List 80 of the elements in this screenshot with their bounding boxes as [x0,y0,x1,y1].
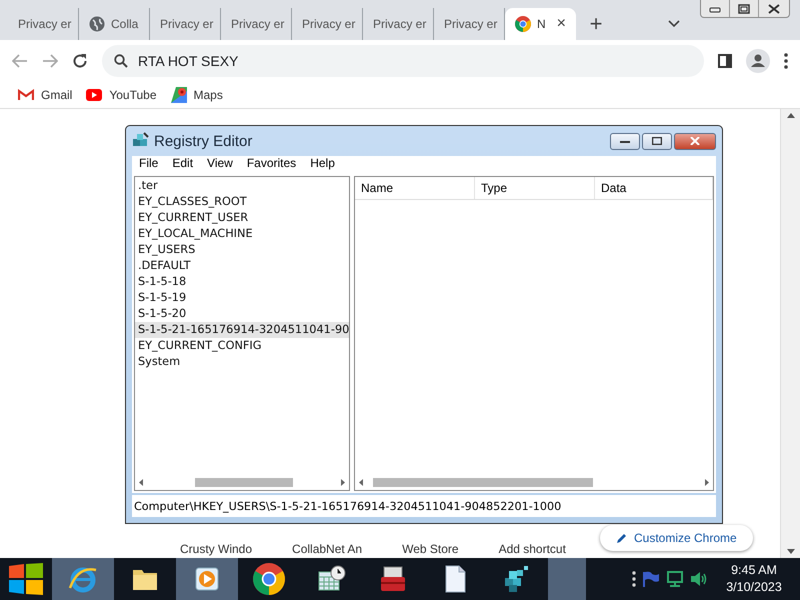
scroll-down-icon[interactable] [786,549,794,554]
speaker-icon[interactable] [690,571,708,587]
column-header[interactable]: Type [475,177,595,199]
maximize-icon [652,137,662,145]
search-icon [114,54,128,68]
scroll-left-icon[interactable] [359,478,363,486]
mail-icon [18,89,34,101]
tree-item[interactable]: EY_LOCAL_MACHINE [135,226,253,242]
tree-item[interactable]: S-1-5-18 [135,274,186,290]
shortcut-label[interactable]: Add shortcut [498,542,566,556]
menu-item[interactable]: Help [303,156,342,174]
menu-item[interactable]: Favorites [240,156,304,174]
pencil-icon [616,532,628,544]
maximize-icon[interactable] [738,4,750,14]
minimize-icon [620,138,630,144]
toolbox-icon[interactable] [378,564,408,594]
tree-item[interactable]: S-1-5-21-165176914-3204511041-90 [135,322,349,338]
tab[interactable]: Colla [79,8,150,40]
menu-item[interactable]: File [132,156,166,174]
maximize-button[interactable] [642,132,672,150]
more-icon[interactable] [632,571,636,587]
close-tab-button[interactable]: × [556,15,566,33]
tree-item[interactable]: .DEFAULT [135,258,191,274]
bookmark[interactable]: Gmail [18,88,72,102]
reload-icon[interactable] [72,53,88,69]
scrollbar[interactable] [780,109,800,558]
menu-item[interactable]: View [200,156,240,174]
tab[interactable]: Privacy er [221,8,292,40]
map-pin-icon [170,87,186,103]
shortcut-label[interactable]: Crusty Windo [180,542,252,556]
scroll-right-icon[interactable] [705,478,709,486]
shortcut-label[interactable]: CollabNet An [292,542,362,556]
minimize-icon[interactable] [709,4,721,12]
tab[interactable]: Privacy er [292,8,363,40]
chrome-icon [253,563,285,595]
close-icon [690,137,700,145]
scroll-right-icon[interactable] [341,478,345,486]
close-button[interactable] [674,132,716,150]
minimize-button[interactable] [610,132,640,150]
tree-item[interactable]: EY_CLASSES_ROOT [135,194,247,210]
close-icon[interactable] [768,4,780,14]
column-header[interactable]: Data [595,177,713,199]
tab[interactable]: N × [505,8,576,40]
scroll-up-icon[interactable] [786,113,794,118]
scrollbar-thumb[interactable] [195,478,293,486]
tree-item[interactable]: System [135,354,180,370]
tab[interactable]: Privacy er [150,8,221,40]
status-bar: Computer\HKEY_USERS\S-1-5-21-165176914-3204511041-904852201-1000 [132,495,716,517]
tree-item[interactable]: S-1-5-20 [135,306,186,322]
bookmark[interactable]: YouTube [86,88,156,102]
tree-item[interactable]: .ter [135,178,158,194]
network-icon[interactable] [666,571,684,587]
more-menu-icon[interactable] [784,53,788,69]
tab[interactable]: Privacy er [363,8,434,40]
flag-icon[interactable] [642,571,660,587]
tree-item[interactable]: EY_USERS [135,242,196,258]
tree-item[interactable]: EY_CURRENT_CONFIG [135,338,262,354]
clock-time[interactable]: 9:45 AM [731,562,777,579]
profile-icon[interactable] [746,49,770,73]
menu-item[interactable]: Edit [165,156,200,174]
tree-item[interactable]: S-1-5-19 [135,290,186,306]
address-bar[interactable]: RTA HOT SEXY [102,45,704,77]
windows-logo-icon[interactable] [9,563,43,595]
tab[interactable]: Privacy er [8,8,79,40]
shortcut-label[interactable]: Web Store [402,542,459,556]
tree-item[interactable]: EY_CURRENT_USER [135,210,248,226]
bookmark[interactable]: Maps [170,87,223,103]
scrollbar-thumb[interactable] [373,478,593,486]
chevron-down-icon[interactable] [668,20,680,28]
window-title: Registry Editor [154,132,254,150]
new-tab-button[interactable]: + [576,8,616,40]
chrome-icon [515,16,531,32]
side-panel-icon[interactable] [718,54,732,68]
column-header[interactable]: Name [355,177,475,199]
scroll-left-icon[interactable] [139,478,143,486]
clock-date[interactable]: 3/10/2023 [726,579,782,596]
customize-button[interactable]: Customize Chrome [600,525,753,551]
globe-icon [89,16,105,32]
play-icon [86,89,102,101]
window-controls[interactable] [700,0,790,18]
